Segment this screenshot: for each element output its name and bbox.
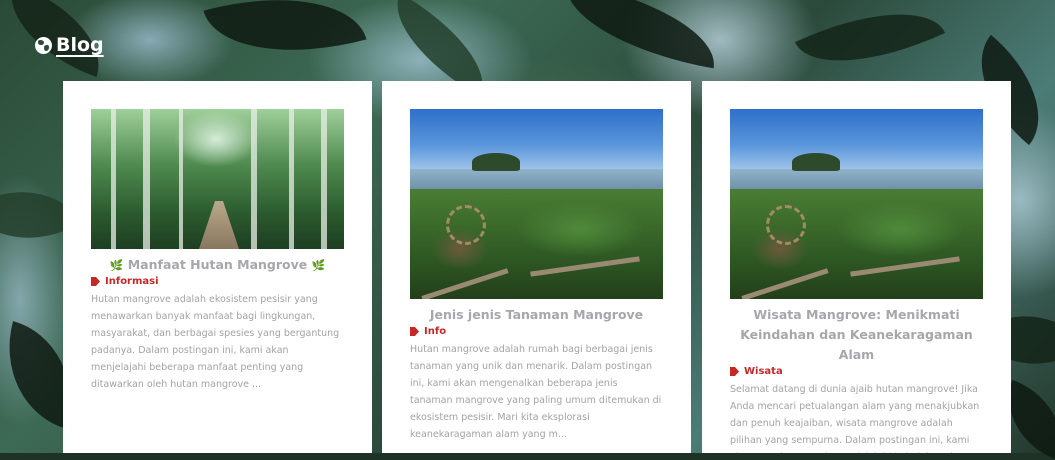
post-category-label[interactable]: Informasi: [105, 276, 159, 287]
post-card[interactable]: Wisata Mangrove: Menikmati Keindahan dan…: [702, 81, 1011, 453]
post-category-label[interactable]: Info: [424, 326, 446, 337]
post-image-coast[interactable]: [730, 109, 983, 299]
sprout-icon: 🌿: [109, 259, 124, 272]
post-title[interactable]: Wisata Mangrove: Menikmati Keindahan dan…: [730, 305, 983, 365]
post-image-coast[interactable]: [410, 109, 663, 299]
tag-icon: [730, 367, 739, 376]
post-image-forest[interactable]: [91, 109, 344, 249]
post-excerpt: Selamat datang di dunia ajaib hutan mang…: [730, 384, 980, 453]
post-title[interactable]: 🌿 Manfaat Hutan Mangrove 🌿: [91, 255, 344, 275]
blog-header[interactable]: Blog: [35, 34, 104, 56]
post-category-label[interactable]: Wisata: [744, 366, 783, 377]
post-title-text[interactable]: Manfaat Hutan Mangrove: [128, 257, 308, 272]
post-category[interactable]: Info: [410, 326, 663, 337]
post-excerpt: Hutan mangrove adalah ekosistem pesisir …: [91, 294, 340, 390]
post-excerpt: Hutan mangrove adalah rumah bagi berbaga…: [410, 344, 662, 440]
post-title[interactable]: Jenis jenis Tanaman Mangrove: [410, 305, 663, 325]
sprout-icon: 🌿: [311, 259, 326, 272]
post-card[interactable]: 🌿 Manfaat Hutan Mangrove 🌿 Informasi Hut…: [63, 81, 372, 453]
post-card[interactable]: Jenis jenis Tanaman Mangrove Info Hutan …: [382, 81, 691, 453]
tag-icon: [91, 277, 100, 286]
post-category[interactable]: Informasi: [91, 276, 344, 287]
globe-icon: [35, 36, 52, 54]
tag-icon: [410, 327, 419, 336]
post-category[interactable]: Wisata: [730, 366, 983, 377]
blog-title[interactable]: Blog: [56, 34, 104, 56]
